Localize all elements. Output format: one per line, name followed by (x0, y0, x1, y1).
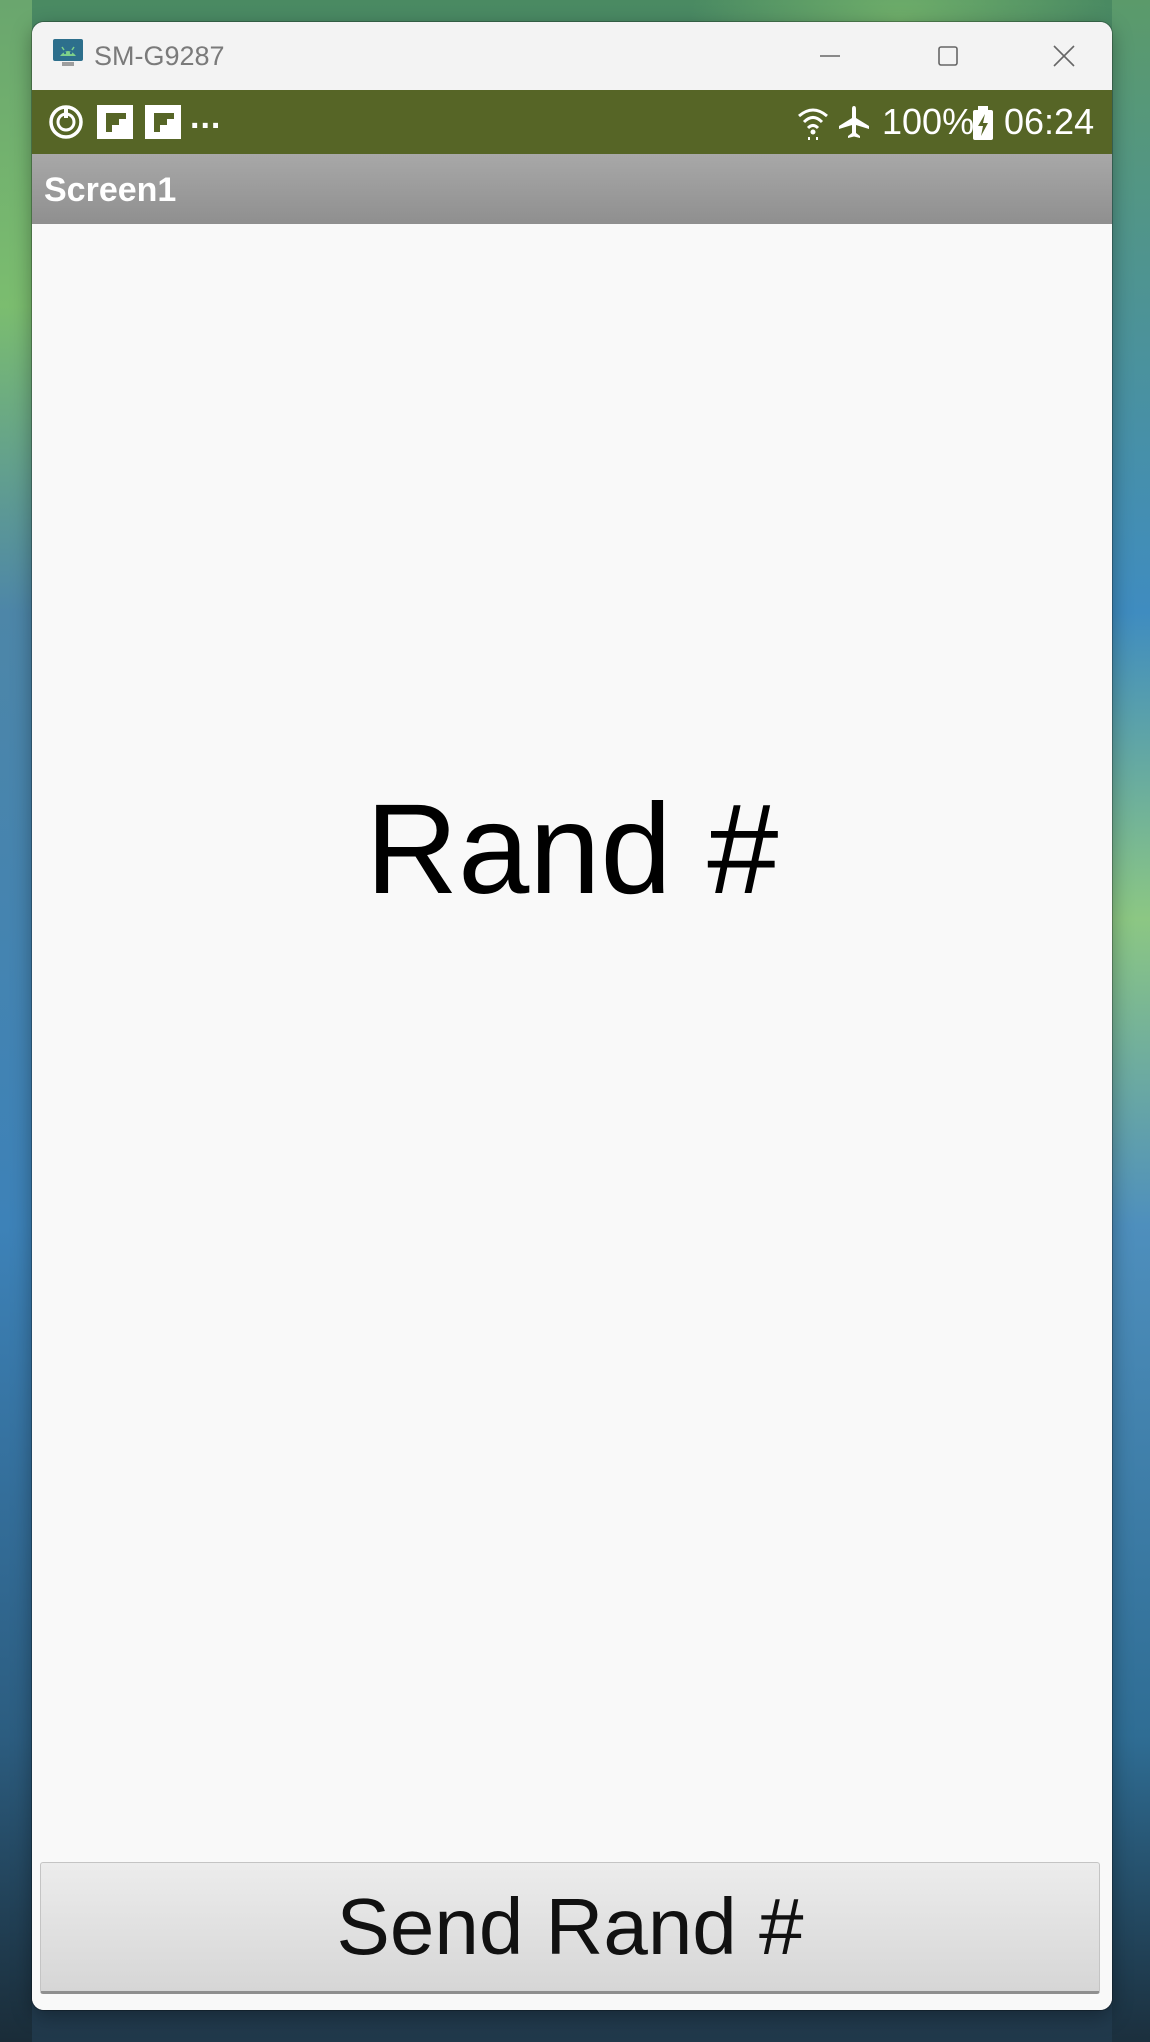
notification-overflow: ... (190, 98, 222, 136)
window-titlebar[interactable]: SM-G9287 (32, 22, 1112, 90)
battery-charging-icon (972, 106, 994, 144)
emulator-window: SM-G9287 ... 100% 06:24 Screen1 Rand # S… (32, 22, 1112, 2010)
airplane-mode-icon (836, 104, 872, 144)
minimize-icon[interactable] (808, 36, 852, 76)
flipboard-icon (96, 104, 134, 144)
status-time: 06:24 (1004, 101, 1095, 142)
desktop-background-left (0, 0, 32, 2042)
sync-icon (48, 104, 84, 144)
desktop-background-right (1112, 0, 1150, 2042)
close-icon[interactable] (1042, 36, 1086, 76)
wifi-icon (796, 104, 830, 144)
send-rand-button[interactable]: Send Rand # (40, 1862, 1100, 1994)
android-status-bar: ... 100% 06:24 (32, 90, 1112, 154)
window-title: SM-G9287 (94, 41, 225, 71)
maximize-icon[interactable] (926, 36, 970, 76)
screen-content (32, 224, 1112, 2010)
send-rand-button-label: Send Rand # (336, 1882, 804, 1971)
app-title-bar: Screen1 (32, 154, 1112, 224)
battery-percentage: 100% (882, 101, 975, 142)
screen-title: Screen1 (44, 171, 177, 209)
rand-number-label: Rand # (365, 778, 779, 921)
flipboard-icon (144, 104, 182, 144)
android-emulator-icon (52, 38, 84, 70)
